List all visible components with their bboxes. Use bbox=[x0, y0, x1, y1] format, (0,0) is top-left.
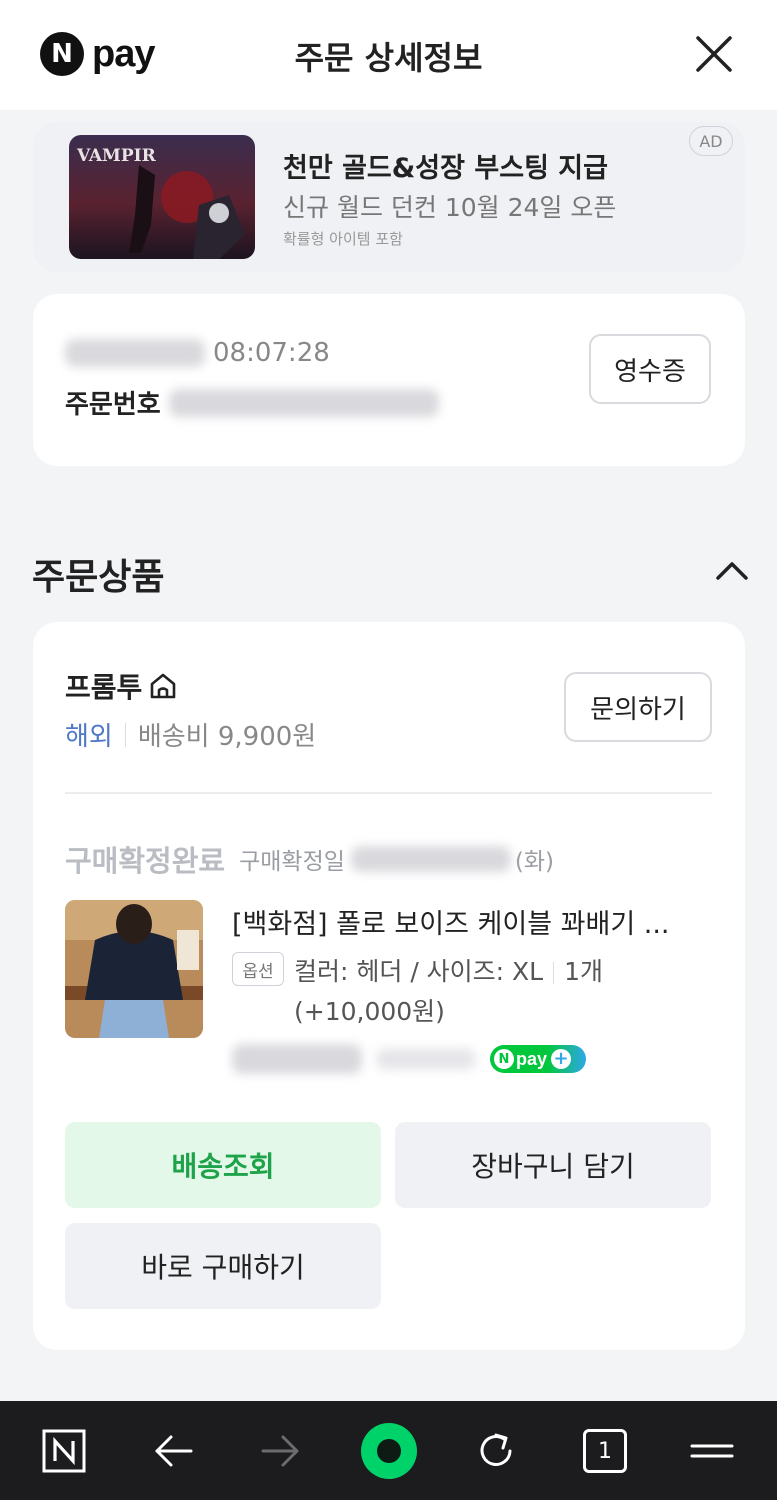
blurred-order-date bbox=[65, 339, 205, 367]
confirm-day: (화) bbox=[514, 849, 555, 875]
ad-badge: AD bbox=[689, 126, 733, 156]
buy-now-button[interactable]: 바로 구매하기 bbox=[65, 1223, 381, 1309]
npay-plus-text: pay bbox=[516, 1048, 548, 1069]
shipping-region: 해외 bbox=[65, 722, 113, 752]
page-title: 주문 상세정보 bbox=[294, 39, 483, 77]
ad-game-logo-text: VAMPIR bbox=[76, 146, 157, 166]
tabs-icon[interactable]: 1 bbox=[583, 1429, 627, 1473]
back-arrow-icon[interactable] bbox=[151, 1429, 195, 1473]
inquiry-button[interactable]: 문의하기 bbox=[564, 672, 712, 742]
purchase-status: 구매확정완료 bbox=[65, 844, 226, 878]
ad-subtitle: 신규 월드 던컨 10월 24일 오픈 bbox=[283, 193, 617, 222]
npay-plus-badge: N pay + bbox=[490, 1045, 586, 1073]
product-name[interactable]: [백화점] 폴로 보이즈 케이블 꽈배기 ... bbox=[232, 902, 670, 941]
refresh-icon[interactable] bbox=[474, 1429, 518, 1473]
purchase-status-row: 구매확정완료 구매확정일 (화) bbox=[65, 838, 554, 880]
seller-name[interactable]: 프롬투 bbox=[65, 666, 142, 706]
chevron-up-icon[interactable] bbox=[714, 556, 750, 586]
seller-row: 프롬투 bbox=[65, 666, 178, 706]
header: N pay 주문 상세정보 bbox=[0, 0, 777, 110]
order-datetime: 08:07:28 bbox=[65, 338, 330, 368]
close-icon[interactable] bbox=[694, 34, 734, 74]
home-icon[interactable] bbox=[148, 671, 178, 701]
tab-count: 1 bbox=[598, 1438, 612, 1464]
divider bbox=[124, 722, 126, 747]
confirm-date-label: 구매확정일 bbox=[239, 849, 345, 875]
order-info-card: 08:07:28 주문번호 영수증 bbox=[33, 294, 745, 466]
naver-home-icon[interactable] bbox=[42, 1429, 86, 1473]
product-option: 컬러: 헤더 / 사이즈: XL 1개 (+10,000원) bbox=[294, 952, 714, 1032]
add-to-cart-button[interactable]: 장바구니 담기 bbox=[395, 1122, 711, 1208]
receipt-button[interactable]: 영수증 bbox=[589, 334, 711, 404]
divider bbox=[553, 962, 555, 984]
option-badge: 옵션 bbox=[232, 952, 284, 986]
blurred-order-number bbox=[168, 388, 439, 417]
menu-icon[interactable] bbox=[690, 1429, 734, 1473]
shipping-fee: 배송비 9,900원 bbox=[137, 722, 317, 752]
plus-icon: + bbox=[551, 1049, 572, 1069]
ad-game-image: VAMPIR bbox=[69, 135, 255, 259]
price-row: N pay + bbox=[232, 1044, 586, 1074]
order-number-row: 주문번호 bbox=[65, 384, 439, 421]
product-image[interactable] bbox=[65, 900, 203, 1038]
forward-arrow-icon[interactable] bbox=[259, 1429, 303, 1473]
order-number-label: 주문번호 bbox=[65, 390, 161, 420]
browser-bottom-bar: 1 bbox=[0, 1401, 777, 1500]
ad-note: 확률형 아이템 포함 bbox=[283, 230, 403, 248]
order-time: 08:07:28 bbox=[213, 338, 330, 368]
ad-banner[interactable]: VAMPIR 천만 골드&성장 부스팅 지급 신규 월드 던컨 10월 24일 … bbox=[33, 122, 745, 272]
section-title-ordered-items: 주문상품 bbox=[32, 557, 165, 598]
track-delivery-button[interactable]: 배송조회 bbox=[65, 1122, 381, 1208]
green-dot-icon[interactable] bbox=[359, 1421, 419, 1481]
ordered-item-card: 프롬투 해외 배송비 9,900원 문의하기 구매확정완료 구매확정일 (화) … bbox=[33, 622, 745, 1350]
ad-title: 천만 골드&성장 부스팅 지급 bbox=[283, 153, 608, 184]
npay-n-icon: N bbox=[494, 1049, 514, 1069]
shipping-info: 해외 배송비 9,900원 bbox=[65, 716, 316, 753]
option-text: 컬러: 헤더 / 사이즈: XL bbox=[294, 957, 544, 986]
divider bbox=[65, 792, 712, 794]
blurred-price bbox=[232, 1044, 362, 1074]
blurred-confirm-date bbox=[350, 846, 511, 872]
blurred-original-price bbox=[376, 1048, 476, 1070]
